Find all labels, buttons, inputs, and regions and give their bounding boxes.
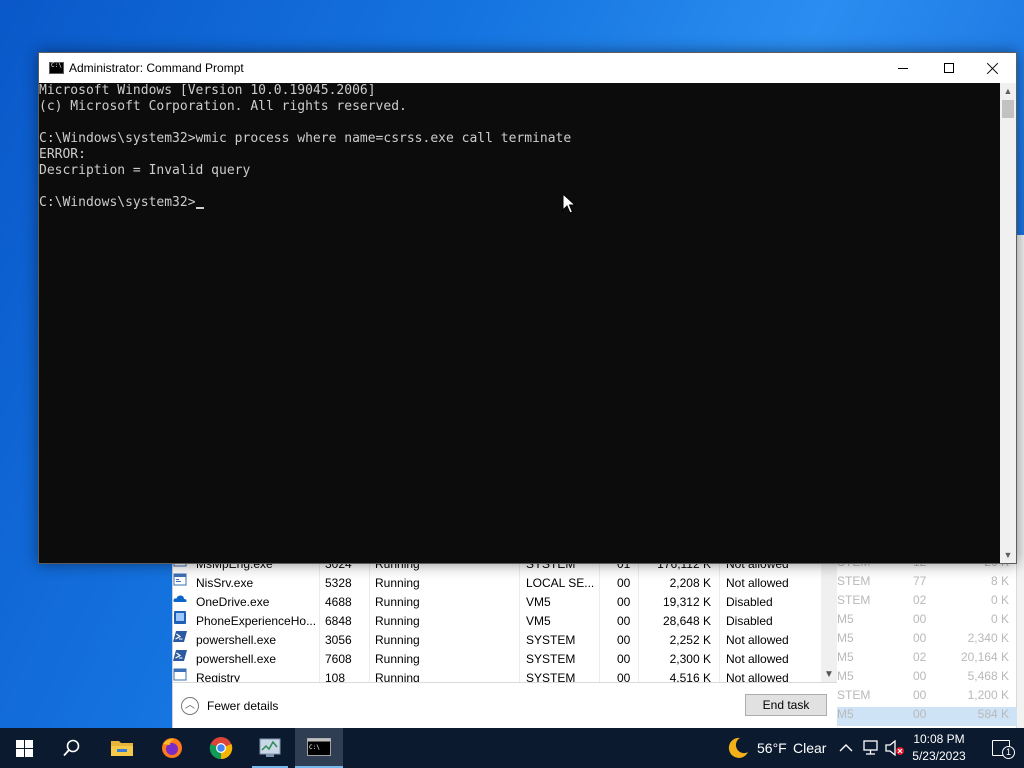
- maximize-button[interactable]: [926, 53, 972, 83]
- console-output[interactable]: Microsoft Windows [Version 10.0.19045.20…: [39, 83, 1000, 563]
- close-button[interactable]: [970, 53, 1016, 83]
- clock-time: 10:08 PM: [913, 732, 965, 746]
- window-title: Administrator: Command Prompt: [69, 61, 244, 75]
- onedrive-icon: [173, 595, 187, 602]
- console-prompt-line[interactable]: C:\Windows\system32>: [39, 195, 1000, 211]
- task-manager-footer: ︿ Fewer details End task: [173, 682, 837, 728]
- table-row: M5 00 584 K: [837, 707, 1017, 726]
- app-window-icon: [173, 668, 187, 681]
- notification-count: 1: [1002, 746, 1015, 759]
- console-line: ERROR:: [39, 147, 86, 162]
- app-window-icon: [173, 573, 187, 586]
- process-list-scrollbar[interactable]: ▼: [821, 555, 837, 682]
- table-row: STEM 00 1,200 K: [837, 688, 1009, 702]
- table-row[interactable]: powershell.exe 7608 Running SYSTEM 00 2,…: [173, 649, 821, 668]
- clock-date: 5/23/2023: [912, 749, 966, 763]
- minimize-button[interactable]: [880, 53, 926, 83]
- chevron-up-icon[interactable]: ︿: [181, 697, 199, 715]
- console-line: Description = Invalid query: [39, 163, 251, 178]
- console-line: (c) Microsoft Corporation. All rights re…: [39, 99, 407, 114]
- table-row[interactable]: PhoneExperienceHo... 6848 Running VM5 00…: [173, 611, 821, 630]
- task-manager-icon: [259, 738, 281, 757]
- scrollbar-thumb[interactable]: [1002, 100, 1014, 118]
- text-cursor: [195, 207, 204, 209]
- table-row[interactable]: Registry 108 Running SYSTEM 00 4,516 K N…: [173, 668, 821, 682]
- network-icon[interactable]: [861, 740, 879, 756]
- background-process-window: STEM 12 20 K STEM 77 8 K STEM 02 0 K M5 …: [836, 555, 1017, 728]
- task-manager-button[interactable]: [246, 728, 294, 768]
- search-button[interactable]: [48, 728, 96, 768]
- moon-icon[interactable]: [726, 736, 750, 760]
- console-scrollbar[interactable]: ▲ ▼: [1000, 83, 1016, 563]
- action-center-button[interactable]: 1: [978, 728, 1024, 768]
- background-window-edge: [1016, 235, 1024, 728]
- chrome-icon: [209, 737, 233, 760]
- title-bar[interactable]: Administrator: Command Prompt: [39, 53, 1016, 83]
- weather-temperature[interactable]: 56°F: [757, 740, 787, 756]
- table-row[interactable]: NisSrv.exe 5328 Running LOCAL SE... 00 2…: [173, 573, 821, 592]
- start-icon: [15, 739, 33, 757]
- scroll-down-icon[interactable]: ▼: [824, 669, 834, 680]
- command-prompt-icon: [49, 62, 64, 74]
- clock[interactable]: 10:08 PM 5/23/2023: [900, 731, 978, 765]
- taskbar: C:\ 56°F Clear 10:08 PM 5/23/2023 1: [0, 728, 1024, 768]
- table-row: STEM 02 0 K: [837, 593, 1009, 607]
- console-prompt: C:\Windows\system32>: [39, 195, 196, 210]
- notification-icon: 1: [992, 740, 1015, 759]
- table-row: M5 00 2,340 K: [837, 631, 1009, 645]
- fewer-details-link[interactable]: Fewer details: [207, 699, 278, 713]
- console-line: Microsoft Windows [Version 10.0.19045.20…: [39, 83, 376, 98]
- start-button[interactable]: [0, 728, 48, 768]
- firefox-button[interactable]: [148, 728, 196, 768]
- command-prompt-taskbar-button[interactable]: C:\: [295, 728, 343, 768]
- table-row: M5 00 0 K: [837, 612, 1009, 626]
- chrome-button[interactable]: [197, 728, 245, 768]
- chevron-up-icon[interactable]: [839, 742, 853, 754]
- weather-condition[interactable]: Clear: [793, 740, 826, 756]
- table-row: M5 00 5,468 K: [837, 669, 1009, 683]
- scroll-down-icon[interactable]: ▼: [1000, 547, 1016, 563]
- command-prompt-window[interactable]: Administrator: Command Prompt Microsoft …: [38, 52, 1017, 564]
- file-explorer-icon: [111, 741, 133, 756]
- minimize-icon: [898, 67, 908, 69]
- firefox-icon: [162, 738, 182, 758]
- powershell-icon: [173, 631, 187, 642]
- maximize-icon: [944, 63, 954, 73]
- process-list[interactable]: MsMpEng.exe 3024 Running SYSTEM 01 176,1…: [173, 555, 837, 682]
- table-row: M5 02 20,164 K: [837, 650, 1009, 664]
- command-prompt-icon: C:\: [307, 738, 331, 756]
- task-manager-window: MsMpEng.exe 3024 Running SYSTEM 01 176,1…: [172, 555, 837, 728]
- svg-text:C:\: C:\: [309, 744, 320, 751]
- file-explorer-button[interactable]: [98, 728, 146, 768]
- table-row[interactable]: OneDrive.exe 4688 Running VM5 00 19,312 …: [173, 592, 821, 611]
- console-line: C:\Windows\system32>wmic process where n…: [39, 131, 572, 146]
- close-icon: [987, 62, 999, 74]
- scroll-up-icon[interactable]: ▲: [1000, 83, 1016, 99]
- table-row[interactable]: powershell.exe 3056 Running SYSTEM 00 2,…: [173, 630, 821, 649]
- end-task-button[interactable]: End task: [745, 694, 827, 716]
- table-row: STEM 77 8 K: [837, 574, 1009, 588]
- phone-icon: [174, 611, 186, 624]
- mouse-pointer-icon: [562, 193, 576, 214]
- search-icon: [63, 739, 80, 757]
- powershell-icon: [173, 650, 187, 661]
